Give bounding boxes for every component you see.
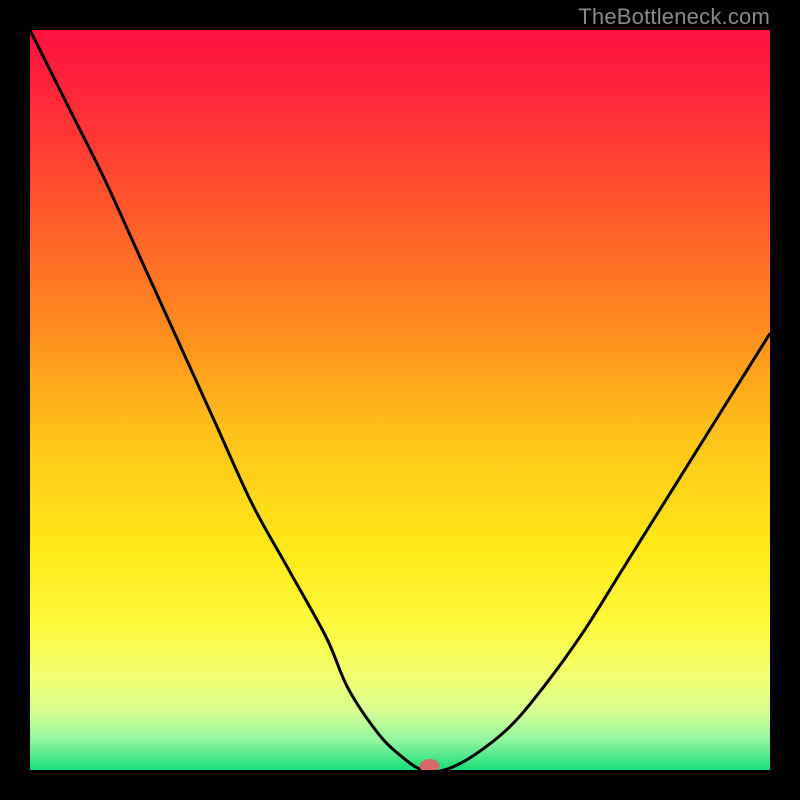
chart-plot-area bbox=[30, 30, 770, 770]
bottleneck-chart bbox=[30, 30, 770, 770]
attribution-text: TheBottleneck.com bbox=[578, 4, 770, 30]
gradient-background bbox=[30, 30, 770, 770]
